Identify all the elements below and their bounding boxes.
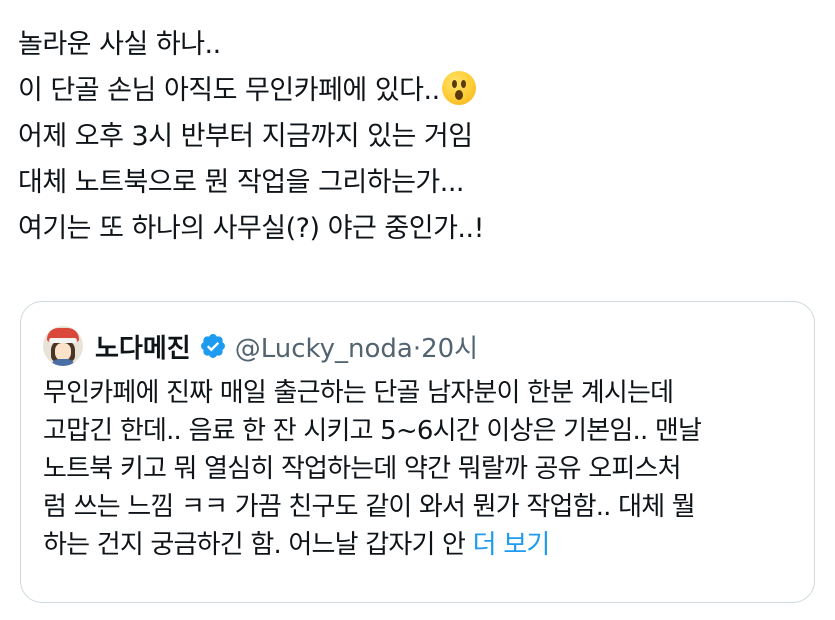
tweet-line: 이 단골 손님 아직도 무인카페에 있다..: [18, 68, 818, 114]
quoted-body-line: 노트북 키고 뭐 열심히 작업하는데 약간 뭐랄까 공유 오피스처: [43, 454, 682, 484]
quoted-body-line: 럼 쓰는 느낌 ㅋㅋ 가끔 친구도 같이 와서 뭔가 작업함.. 대체 뭘: [43, 492, 696, 522]
quoted-body-line: 무인카페에 진짜 매일 출근하는 단골 남자분이 한분 계시는데: [43, 378, 674, 408]
quoted-author-handle[interactable]: @Lucky_noda·20시: [235, 328, 478, 365]
tweet-line: 대체 노트북으로 뭔 작업을 그리하는가...: [18, 167, 465, 198]
avatar[interactable]: [43, 326, 83, 366]
hushed-face-emoji-icon: [441, 71, 476, 105]
tweet-text: 놀라운 사실 하나.. 이 단골 손님 아직도 무인카페에 있다.. 어제 오후…: [18, 22, 818, 252]
quoted-body-line: 고맙긴 한데.. 음료 한 잔 시키고 5~6시간 이상은 기본임.. 맨날: [43, 416, 702, 446]
quoted-body-line: 하는 건지 궁금하긴 함. 어느날 갑자기 안 더 보기: [43, 526, 803, 564]
quoted-body-line-text: 하는 건지 궁금하긴 함. 어느날 갑자기 안: [43, 530, 466, 560]
verified-badge-icon: [200, 334, 225, 358]
show-more-link[interactable]: 더 보기: [473, 530, 551, 560]
quoted-tweet-card[interactable]: 노다메진 @Lucky_noda·20시 무인카페에 진짜 매일 출근하는 단골…: [20, 301, 815, 603]
tweet-line-text: 이 단골 손님 아직도 무인카페에 있다..: [18, 75, 440, 106]
separator-dot: ·: [412, 333, 422, 364]
post-time: 20시: [421, 333, 479, 364]
quoted-author-name[interactable]: 노다메진: [95, 328, 191, 365]
tweet-line: 여기는 또 하나의 사무실(?) 야근 중인가..!: [18, 213, 484, 244]
quoted-tweet-body: 무인카페에 진짜 매일 출근하는 단골 남자분이 한분 계시는데 고맙긴 한데.…: [43, 374, 803, 564]
tweet-line: 놀라운 사실 하나..: [18, 29, 221, 60]
quoted-tweet-header: 노다메진 @Lucky_noda·20시: [43, 326, 478, 366]
tweet-line: 어제 오후 3시 반부터 지금까지 있는 거임: [18, 121, 473, 152]
handle-text: @Lucky_noda: [234, 333, 413, 364]
